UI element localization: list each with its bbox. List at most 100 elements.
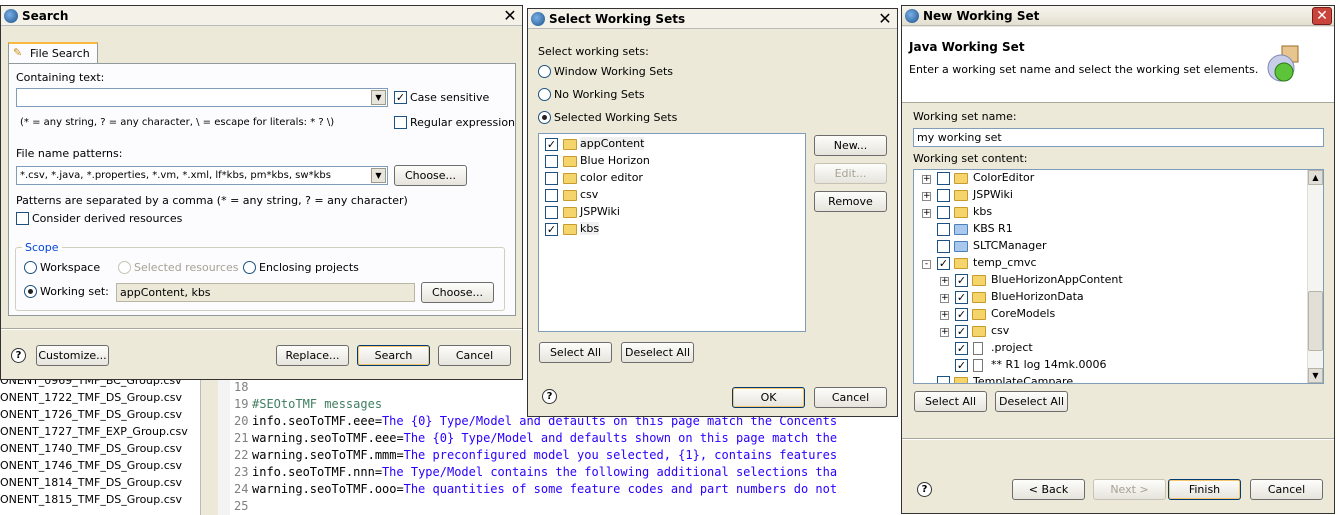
folder-icon <box>954 258 968 269</box>
select-all-button[interactable]: Select All <box>914 391 987 412</box>
tree-checkbox[interactable]: ✓ <box>955 308 968 321</box>
file-list-item[interactable]: ONENT_1814_TMF_DS_Group.csv <box>0 476 182 489</box>
tree-checkbox[interactable]: ✓ <box>955 325 968 338</box>
tree-checkbox[interactable] <box>937 172 950 185</box>
cancel-button[interactable]: Cancel <box>438 345 511 366</box>
replace-button[interactable]: Replace... <box>276 345 349 366</box>
tree-checkbox[interactable]: ✓ <box>955 342 968 355</box>
deselect-all-button[interactable]: Deselect All <box>995 391 1068 412</box>
close-icon[interactable]: ✕ <box>1312 7 1332 25</box>
select-all-button[interactable]: Select All <box>539 342 612 363</box>
regex-checkbox[interactable] <box>394 116 407 129</box>
tree-checkbox[interactable]: ✓ <box>955 291 968 304</box>
no-ws-radio[interactable] <box>538 88 551 101</box>
selected-resources-label: Selected resources <box>134 261 239 274</box>
folder-icon <box>563 139 577 150</box>
tree-checkbox[interactable] <box>937 189 950 202</box>
close-icon[interactable]: ✕ <box>500 7 520 25</box>
tree-checkbox[interactable]: ✓ <box>955 274 968 287</box>
cancel-button[interactable]: Cancel <box>814 387 887 408</box>
content-label: Working set content: <box>913 152 1028 165</box>
working-set-checkbox[interactable]: ✓ <box>545 138 558 151</box>
tree-checkbox[interactable]: ✓ <box>955 359 968 372</box>
collapse-icon[interactable]: - <box>922 260 931 269</box>
folder-icon <box>563 190 577 201</box>
help-icon[interactable]: ? <box>11 348 26 363</box>
expand-icon[interactable]: + <box>940 328 949 337</box>
deselect-all-button[interactable]: Deselect All <box>621 342 694 363</box>
chevron-down-icon[interactable]: ▼ <box>371 90 386 105</box>
search-button[interactable]: Search <box>357 345 430 366</box>
tree-checkbox[interactable] <box>937 223 950 236</box>
working-set-checkbox[interactable] <box>545 206 558 219</box>
working-set-field: appContent, kbs <box>116 283 415 302</box>
scroll-up-icon[interactable]: ▲ <box>1308 170 1323 185</box>
expand-icon[interactable]: + <box>922 175 931 184</box>
tree-item-label: temp_cmvc <box>973 256 1037 269</box>
working-set-name-input[interactable]: my working set <box>913 128 1324 147</box>
containing-text-input[interactable]: ▼ <box>16 88 388 107</box>
folder-icon <box>563 156 577 167</box>
working-set-checkbox[interactable] <box>545 189 558 202</box>
choose-working-set-button[interactable]: Choose... <box>421 282 494 303</box>
expand-icon[interactable]: + <box>940 277 949 286</box>
eclipse-icon <box>905 9 919 23</box>
derived-checkbox[interactable] <box>16 212 29 225</box>
panel-divider[interactable] <box>200 378 218 515</box>
cancel-button[interactable]: Cancel <box>1250 479 1323 500</box>
selected-ws-radio[interactable] <box>538 111 551 124</box>
tree-checkbox[interactable]: ✓ <box>937 257 950 270</box>
expand-icon[interactable]: + <box>940 294 949 303</box>
expand-icon[interactable]: + <box>922 209 931 218</box>
tree-checkbox[interactable] <box>937 376 950 383</box>
tree-item-label: SLTCManager <box>973 239 1047 252</box>
ok-button[interactable]: OK <box>732 387 805 408</box>
new-button[interactable]: New... <box>814 135 887 156</box>
scroll-down-icon[interactable]: ▼ <box>1308 368 1323 383</box>
window-ws-radio[interactable] <box>538 65 551 78</box>
enclosing-projects-radio[interactable] <box>243 261 256 274</box>
file-list-item[interactable]: ONENT_1727_TMF_EXP_Group.csv <box>0 425 188 438</box>
search-title: Search <box>22 9 69 23</box>
file-list-item[interactable]: ONENT_1746_TMF_DS_Group.csv <box>0 459 182 472</box>
file-list-item[interactable]: ONENT_1815_TMF_DS_Group.csv <box>0 493 182 506</box>
next-button: Next > <box>1093 479 1166 500</box>
select-ws-prompt: Select working sets: <box>538 45 649 58</box>
remove-button[interactable]: Remove <box>814 191 887 212</box>
folder-icon <box>954 207 968 218</box>
chevron-down-icon[interactable]: ▼ <box>371 168 386 183</box>
help-icon[interactable]: ? <box>917 482 932 497</box>
tab-file-search[interactable]: ✎ File Search <box>8 42 98 64</box>
working-set-checkbox[interactable]: ✓ <box>545 223 558 236</box>
working-set-checkbox[interactable] <box>545 155 558 168</box>
working-set-content-tree[interactable]: + ColorEditor + JSPWiki + kbs KBS R1 SLTCManage… <box>913 169 1324 384</box>
working-set-radio[interactable] <box>24 285 37 298</box>
working-set-item-label: color editor <box>580 171 643 184</box>
case-sensitive-checkbox[interactable]: ✓ <box>394 91 407 104</box>
expand-icon[interactable]: + <box>922 192 931 201</box>
finish-button[interactable]: Finish <box>1168 479 1241 500</box>
scroll-thumb[interactable] <box>1308 291 1323 351</box>
working-set-list[interactable]: ✓ appContent Blue Horizon color editor csv JS… <box>538 133 806 332</box>
expand-icon[interactable]: + <box>940 311 949 320</box>
workspace-radio[interactable] <box>24 261 37 274</box>
working-set-checkbox[interactable] <box>545 172 558 185</box>
customize-button[interactable]: Customize... <box>36 345 109 366</box>
select-ws-title: Select Working Sets <box>549 12 686 26</box>
separator <box>902 438 1334 440</box>
file-patterns-input[interactable]: *.csv, *.java, *.properties, *.vm, *.xml… <box>16 166 388 185</box>
choose-patterns-button[interactable]: Choose... <box>394 165 467 186</box>
file-list-item[interactable]: ONENT_1740_TMF_DS_Group.csv <box>0 442 182 455</box>
folder-icon <box>954 190 968 201</box>
tree-scrollbar[interactable]: ▲ ▼ <box>1307 170 1323 383</box>
back-button[interactable]: < Back <box>1012 479 1085 500</box>
file-list-item[interactable]: ONENT_1722_TMF_DS_Group.csv <box>0 391 182 404</box>
tree-checkbox[interactable] <box>937 240 950 253</box>
file-list-item[interactable]: ONENT_1726_TMF_DS_Group.csv <box>0 408 182 421</box>
tree-item-label: TemplateCampare <box>973 375 1074 384</box>
help-icon[interactable]: ? <box>542 389 557 404</box>
tree-checkbox[interactable] <box>937 206 950 219</box>
close-icon[interactable]: ✕ <box>875 10 895 28</box>
line-number: 23 <box>234 465 249 479</box>
line-number: 24 <box>234 482 249 496</box>
